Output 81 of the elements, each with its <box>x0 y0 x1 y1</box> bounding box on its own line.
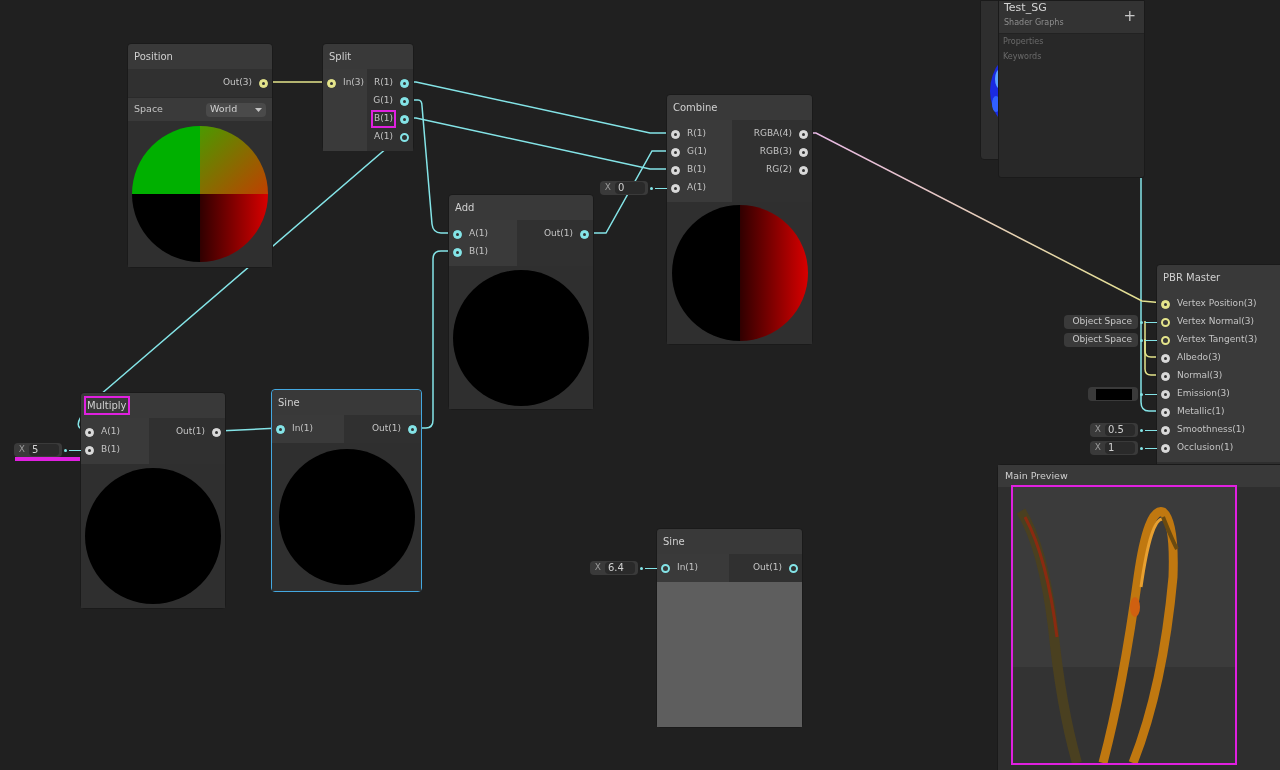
port-label: Albedo(3) <box>1176 351 1222 365</box>
port-icon[interactable] <box>671 165 680 175</box>
graph-title: Test_SG <box>1004 1 1048 15</box>
port-label: G(1) <box>372 94 394 108</box>
port-icon[interactable] <box>671 129 680 139</box>
port-icon[interactable] <box>453 229 462 239</box>
port-icon[interactable] <box>400 78 409 88</box>
port-icon[interactable] <box>276 424 285 434</box>
port-icon[interactable] <box>789 563 798 573</box>
node-title: Position <box>133 50 174 64</box>
port-icon[interactable] <box>671 147 680 157</box>
port-label: RGB(3) <box>758 145 793 159</box>
control-label: Space <box>134 102 163 117</box>
port-icon[interactable] <box>400 132 409 142</box>
node-title: PBR Master <box>1162 271 1222 285</box>
port-icon[interactable] <box>85 445 94 455</box>
port-icon[interactable] <box>1161 425 1170 435</box>
port-label: B(1) <box>373 112 394 126</box>
port-icon[interactable] <box>1161 371 1170 381</box>
port-icon[interactable] <box>400 96 409 106</box>
port-label: Vertex Normal(3) <box>1176 315 1256 329</box>
port-label: Out(1) <box>174 425 206 439</box>
port-icon[interactable] <box>661 563 670 573</box>
port-label: In(1) <box>676 561 700 575</box>
port-label: Emission(3) <box>1176 387 1231 401</box>
port-label: G(1) <box>686 145 708 159</box>
port-label: Metallic(1) <box>1176 405 1226 419</box>
port-label: Out(3) <box>221 76 253 90</box>
port-label: B(1) <box>686 163 707 177</box>
node-title: Add <box>454 201 476 215</box>
port-label: RGBA(4) <box>752 127 793 141</box>
node-title: Sine <box>662 535 686 549</box>
port-label: Out(1) <box>370 422 402 436</box>
port-label: Vertex Tangent(3) <box>1176 333 1259 347</box>
port-icon[interactable] <box>1161 317 1170 327</box>
port-icon[interactable] <box>259 78 268 88</box>
port-label: Out(1) <box>751 561 783 575</box>
port-label: B(1) <box>100 443 121 457</box>
space-dropdown[interactable]: World <box>206 102 266 117</box>
port-label: A(1) <box>468 227 489 241</box>
port-label: Normal(3) <box>1176 369 1224 383</box>
port-label: In(3) <box>342 76 366 90</box>
port-icon[interactable] <box>799 147 808 157</box>
port-label: Occlusion(1) <box>1176 441 1235 455</box>
port-icon[interactable] <box>580 229 589 239</box>
port-icon[interactable] <box>1161 407 1170 417</box>
port-label: A(1) <box>686 181 707 195</box>
port-icon[interactable] <box>799 165 808 175</box>
color-swatch[interactable] <box>1096 388 1132 400</box>
port-label: A(1) <box>100 425 121 439</box>
port-icon[interactable] <box>85 427 94 437</box>
node-title: Sine <box>277 396 301 410</box>
port-label: RG(2) <box>765 163 793 177</box>
port-label: R(1) <box>686 127 707 141</box>
port-icon[interactable] <box>1161 335 1170 345</box>
port-icon[interactable] <box>1161 389 1170 399</box>
port-icon[interactable] <box>1161 353 1170 363</box>
port-icon[interactable] <box>671 183 680 193</box>
port-icon[interactable] <box>408 424 417 434</box>
port-icon[interactable] <box>327 78 336 88</box>
port-icon[interactable] <box>400 114 409 124</box>
port-icon[interactable] <box>1161 443 1170 453</box>
node-title: Split <box>328 50 353 64</box>
port-icon[interactable] <box>799 129 808 139</box>
port-icon[interactable] <box>453 247 462 257</box>
port-label: B(1) <box>468 245 489 259</box>
port-label: R(1) <box>373 76 394 90</box>
port-label: Smoothness(1) <box>1176 423 1247 437</box>
graph-subtitle: Shader Graphs <box>1004 17 1064 29</box>
node-title: Multiply <box>86 398 128 413</box>
panel-title: Main Preview <box>1005 468 1068 483</box>
port-label: A(1) <box>373 130 394 144</box>
value-field[interactable] <box>1088 387 1157 401</box>
add-button[interactable]: + <box>1123 9 1136 24</box>
port-icon[interactable] <box>1161 299 1170 309</box>
port-icon[interactable] <box>212 427 221 437</box>
port-label: Out(1) <box>542 227 574 241</box>
node-title: Combine <box>672 101 719 115</box>
port-label: In(1) <box>291 422 315 436</box>
caret-icon <box>255 107 262 112</box>
port-label: Vertex Position(3) <box>1176 297 1258 311</box>
